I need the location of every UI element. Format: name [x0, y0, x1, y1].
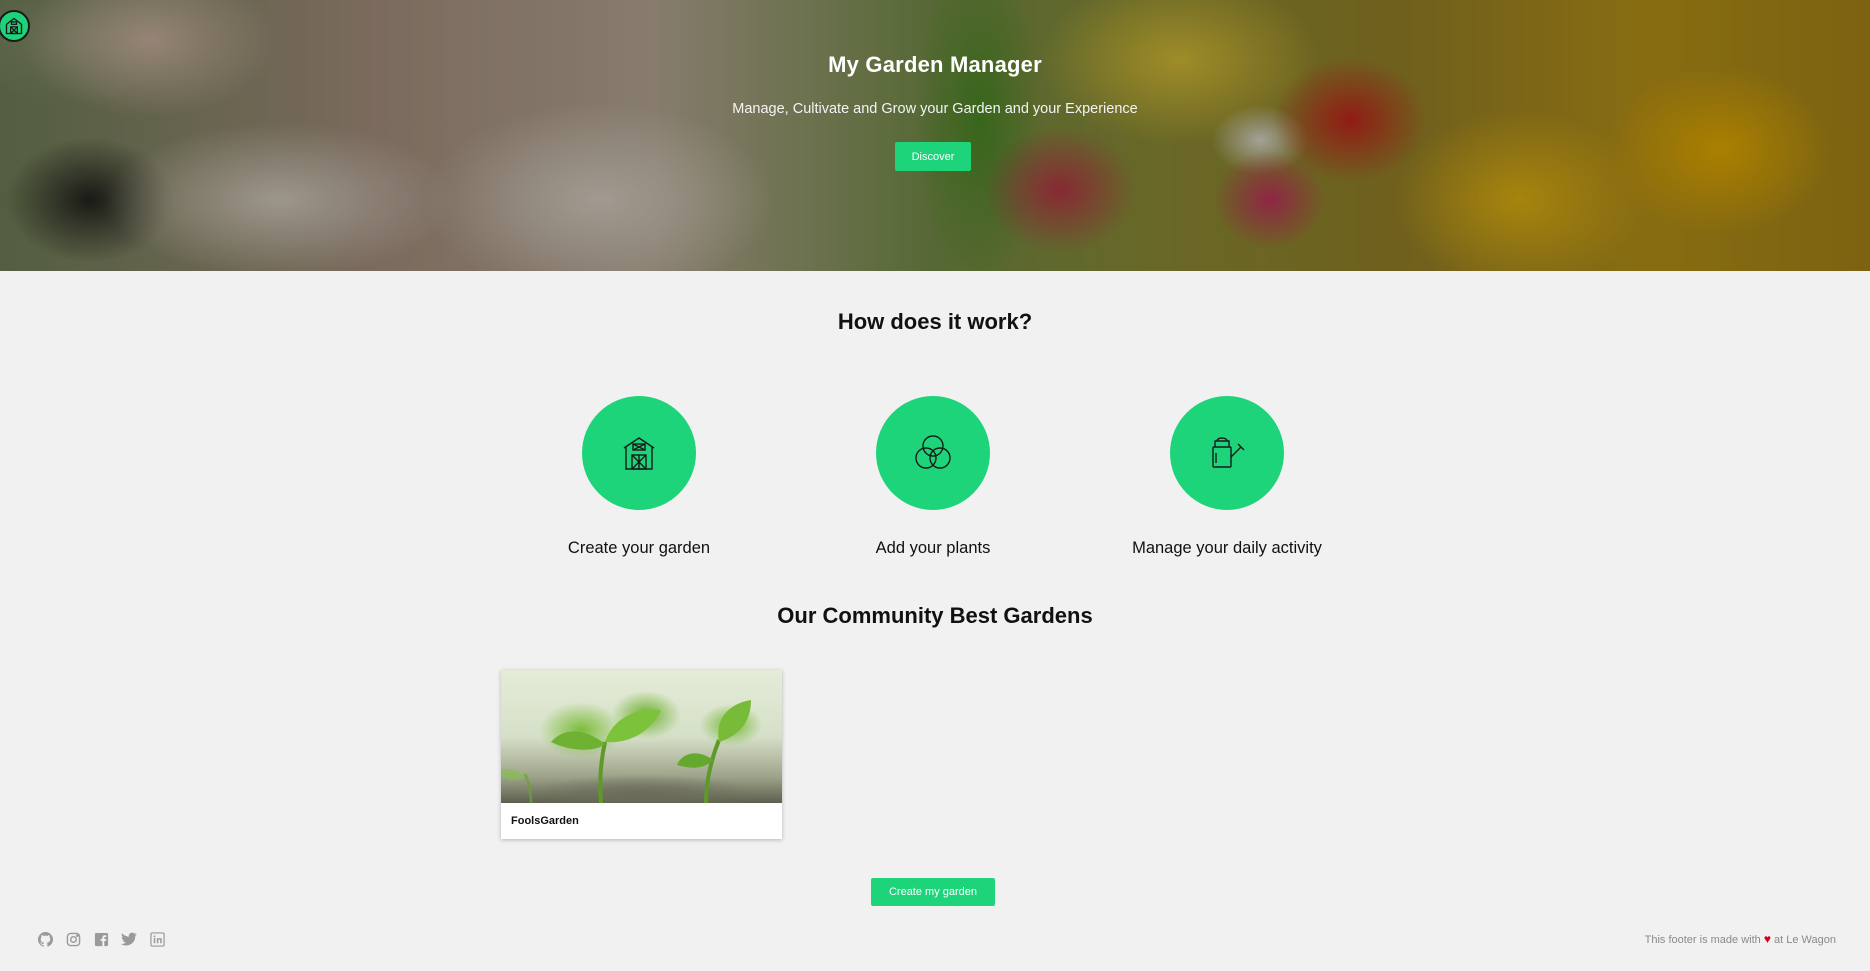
garden-card-image	[501, 670, 782, 804]
garden-card[interactable]: FoolsGarden	[501, 670, 782, 839]
github-icon[interactable]	[36, 930, 54, 948]
step-circle	[1170, 396, 1284, 510]
step-label: Create your garden	[567, 539, 711, 557]
step-label: Add your plants	[875, 539, 991, 557]
footer-credit-prefix: This footer is made with	[1644, 934, 1761, 946]
garden-card-title: FoolsGarden	[511, 815, 579, 827]
discover-button[interactable]: Discover	[895, 142, 971, 171]
footer-credit: This footer is made with ♥ at Le Wagon	[1645, 932, 1836, 946]
create-my-garden-button[interactable]: Create my garden	[871, 878, 995, 906]
step-circle	[582, 396, 696, 510]
barn-icon	[623, 437, 655, 470]
hero-content: My Garden Manager Manage, Cultivate and …	[0, 0, 1870, 271]
hero-subtitle: Manage, Cultivate and Grow your Garden a…	[732, 101, 1138, 117]
watering-can-icon	[1212, 437, 1245, 468]
venn-circles-icon	[915, 435, 951, 469]
barn-logo-icon	[5, 17, 23, 35]
sprouts-illustration	[501, 700, 751, 804]
how-it-works-title: How does it work?	[837, 309, 1033, 334]
step-add-plants: Add your plants	[803, 396, 1063, 558]
hero-banner: My Garden Manager Manage, Cultivate and …	[0, 0, 1870, 271]
hero-title: My Garden Manager	[828, 52, 1042, 77]
linkedin-icon[interactable]	[148, 930, 166, 948]
step-manage-activity: Manage your daily activity	[1097, 396, 1357, 558]
step-create-garden: Create your garden	[509, 396, 769, 558]
heart-icon: ♥	[1763, 932, 1771, 946]
facebook-icon[interactable]	[92, 930, 110, 948]
community-gardens-title: Our Community Best Gardens	[777, 603, 1093, 628]
twitter-icon[interactable]	[120, 930, 138, 948]
footer-social-links	[36, 930, 166, 948]
step-label: Manage your daily activity	[1132, 539, 1322, 557]
instagram-icon[interactable]	[64, 930, 82, 948]
step-circle	[876, 396, 990, 510]
footer-credit-suffix: at Le Wagon	[1774, 934, 1836, 946]
